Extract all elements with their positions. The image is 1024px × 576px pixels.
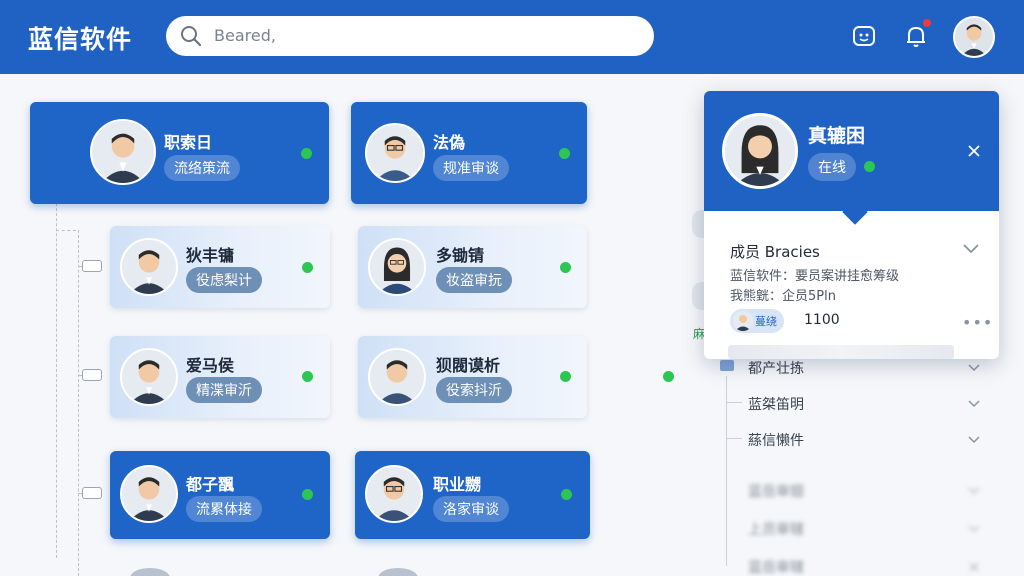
- chat-icon[interactable]: [850, 22, 878, 50]
- member-name: 狈閥谟析: [436, 356, 501, 375]
- popup-chip[interactable]: 蔓绕: [730, 309, 784, 333]
- member-card[interactable]: 职业嬲 洛家审谈: [355, 451, 590, 539]
- online-indicator: [559, 148, 570, 159]
- folder-icon: [720, 360, 734, 371]
- list-connector: [726, 376, 727, 566]
- member-tag: 洛家审谈: [433, 496, 509, 522]
- popup-member-name: 真辘困: [808, 125, 866, 147]
- member-tag: 流累体接: [186, 496, 262, 522]
- member-name: 爱马侯: [186, 356, 235, 375]
- online-indicator: [560, 262, 571, 273]
- member-name: 职业嬲: [433, 475, 482, 494]
- online-indicator: [302, 371, 313, 382]
- online-indicator: [301, 148, 312, 159]
- online-indicator: [663, 371, 674, 382]
- avatar: [120, 465, 178, 523]
- member-name: 职索日: [164, 133, 213, 152]
- member-card[interactable]: 法偽 规准审谈: [351, 102, 587, 204]
- top-header: 蓝信软件 Beared,: [0, 0, 1024, 74]
- tree-branch-node[interactable]: [82, 369, 102, 381]
- member-tag: 流络策流: [164, 155, 240, 181]
- online-indicator: [864, 161, 875, 172]
- tree-connector: [78, 375, 82, 376]
- online-indicator: [302, 262, 313, 273]
- search-bar[interactable]: Beared,: [166, 16, 654, 56]
- member-card[interactable]: 狄丰镛 役虑梨计: [110, 226, 330, 308]
- member-name: 法偽: [433, 133, 466, 152]
- avatar: [365, 465, 423, 523]
- close-icon[interactable]: [968, 563, 980, 571]
- list-item[interactable]: 蕬信懒件: [748, 430, 804, 450]
- chevron-down-icon[interactable]: [968, 525, 980, 533]
- chevron-down-icon[interactable]: [968, 436, 980, 444]
- list-item[interactable]: 蓝桀笛明: [748, 394, 804, 414]
- member-card[interactable]: 狈閥谟析 役索抖沂: [358, 336, 587, 418]
- member-card[interactable]: 职索日 流络策流: [30, 102, 329, 204]
- app-title: 蓝信软件: [28, 25, 133, 54]
- avatar: [90, 119, 156, 185]
- tree-branch-node[interactable]: [82, 487, 102, 499]
- avatar: [368, 238, 426, 296]
- list-connector: [726, 438, 742, 439]
- member-tag: 妆盗审抏: [436, 267, 512, 293]
- search-input[interactable]: Beared,: [214, 26, 276, 45]
- chevron-down-icon[interactable]: [968, 364, 980, 372]
- tree-branch-node[interactable]: [82, 260, 102, 272]
- member-card[interactable]: 爱马侯 精渫审沂: [110, 336, 330, 418]
- member-tag: 规准审谈: [433, 155, 509, 181]
- popup-detail-line: 我熊皝：企员5Pln: [730, 289, 836, 304]
- list-item[interactable]: 蓝岳审辖: [748, 557, 804, 576]
- avatar: [120, 238, 178, 296]
- popup-blurred-row: [728, 345, 954, 359]
- member-card[interactable]: 都子飁 流累体接: [110, 451, 330, 539]
- list-item[interactable]: 蓝岳审翅: [748, 481, 804, 501]
- tree-connector: [78, 230, 79, 576]
- chevron-down-icon[interactable]: [962, 243, 980, 255]
- member-name: 多锄锖: [436, 246, 485, 265]
- list-item[interactable]: 上员审辖: [748, 519, 804, 539]
- online-indicator: [560, 371, 571, 382]
- search-icon: [181, 26, 202, 47]
- popup-detail-line: 蓝信软件：要员案讲挂愈筹级: [730, 269, 900, 284]
- user-avatar[interactable]: [953, 16, 995, 58]
- avatar: [365, 123, 425, 183]
- online-indicator: [302, 489, 313, 500]
- list-connector: [726, 402, 742, 403]
- more-options-icon[interactable]: •••: [962, 313, 993, 332]
- member-tag: 精渫审沂: [186, 377, 262, 403]
- member-name: 狄丰镛: [186, 246, 235, 265]
- avatar: [733, 311, 753, 331]
- avatar: [722, 113, 798, 189]
- avatar: [120, 348, 178, 406]
- status-badge: 在线: [808, 153, 856, 181]
- tree-connector: [78, 493, 82, 494]
- notification-badge: [921, 17, 933, 29]
- chevron-down-icon[interactable]: [968, 487, 980, 495]
- member-card[interactable]: 多锄锖 妆盗审抏: [358, 226, 587, 308]
- member-detail-popup: 真辘困 在线 成员 Bracies 蓝信软件：要员案讲挂愈筹级 我熊皝：企员5P…: [704, 91, 999, 359]
- online-indicator: [561, 489, 572, 500]
- close-icon[interactable]: [966, 143, 982, 159]
- avatar: [368, 348, 426, 406]
- member-tag: 役索抖沂: [436, 377, 512, 403]
- tree-connector: [78, 266, 82, 267]
- list-item[interactable]: 都产壮拣: [748, 358, 804, 378]
- chevron-down-icon[interactable]: [968, 400, 980, 408]
- chip-label: 蔓绕: [755, 315, 777, 328]
- tree-connector: [56, 178, 57, 558]
- popup-member-label: 成员 Bracies: [730, 243, 820, 261]
- popup-count: 1100: [804, 312, 840, 328]
- member-name: 都子飁: [186, 475, 235, 494]
- member-tag: 役虑梨计: [186, 267, 262, 293]
- tree-connector: [56, 230, 76, 231]
